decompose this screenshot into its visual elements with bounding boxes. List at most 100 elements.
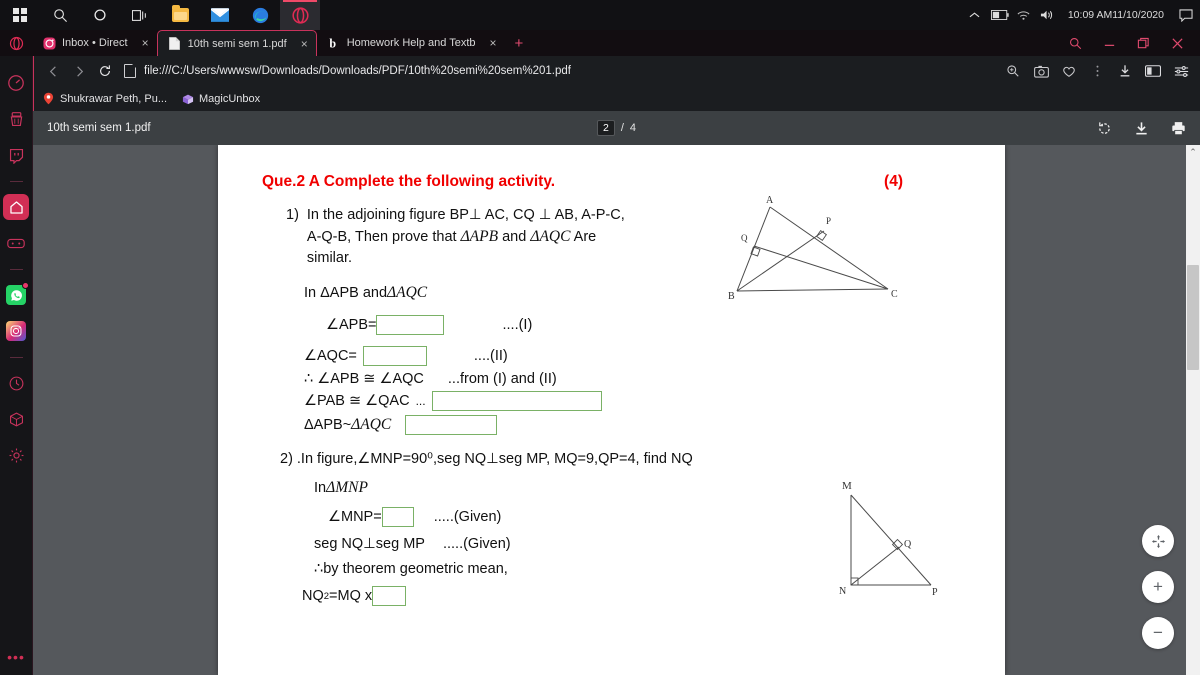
pdf-scrollbar-thumb[interactable] <box>1187 265 1199 370</box>
question-heading: Que.2 A Complete the following activity.… <box>262 173 965 191</box>
address-bar-actions <box>1000 58 1194 84</box>
sidebar-item-home[interactable] <box>3 194 29 220</box>
zoom-out-button[interactable]: − <box>1142 617 1174 649</box>
volume-icon[interactable] <box>1036 0 1060 30</box>
bookmark-shukrawar-peth[interactable]: Shukrawar Peth, Pu... <box>42 92 167 105</box>
easy-setup-icon[interactable] <box>1168 58 1194 84</box>
similarity-test-input[interactable] <box>405 415 498 436</box>
q2-in-line-text: In <box>314 480 327 497</box>
question-2-number: 2) <box>280 451 293 468</box>
q1-step5-a: ΔAPB~ <box>304 417 352 434</box>
q2-step4-b: =MQ x <box>329 588 373 605</box>
angle-mnp-input[interactable] <box>381 507 414 528</box>
file-explorer-icon[interactable] <box>160 0 200 30</box>
sidebar-divider <box>9 181 23 182</box>
edge-icon[interactable] <box>240 0 280 30</box>
q1-step5-math: ΔAQC <box>351 416 392 434</box>
task-view-icon[interactable] <box>120 0 160 30</box>
pdf-page-area[interactable]: Que.2 A Complete the following activity.… <box>33 145 1200 675</box>
sidebar-divider <box>9 269 23 270</box>
wifi-icon[interactable] <box>1012 0 1036 30</box>
q1-step-4: ∠PAB ≅ ∠QAC ... <box>304 391 965 412</box>
sidebar-item-speeddial[interactable] <box>3 70 29 96</box>
tab-pdf[interactable]: 10th semi sem 1.pdf × <box>156 30 317 56</box>
q2-step3-text: ∴by theorem geometric mean, <box>314 561 508 578</box>
back-button[interactable] <box>40 58 66 84</box>
angle-apb-input[interactable] <box>376 315 445 336</box>
screen: 10:09 AM 11/10/2020 Inbox • Direct × 10t… <box>0 0 1200 675</box>
taskbar-clock[interactable]: 10:09 AM 11/10/2020 <box>1060 0 1172 30</box>
new-tab-button[interactable]: + <box>505 30 534 56</box>
angle-aqc-input[interactable] <box>362 346 427 367</box>
opera-sidebar: ••• <box>0 56 33 675</box>
q1-triangle-apb: ΔAPB <box>460 227 499 245</box>
tab-close-icon[interactable]: × <box>482 36 497 50</box>
sidebar-more-button[interactable]: ••• <box>7 649 25 665</box>
fit-page-button[interactable] <box>1142 525 1174 557</box>
zoom-in-button[interactable]: + <box>1142 571 1174 603</box>
sidebar-item-box[interactable] <box>3 406 29 432</box>
q1-step-1: ∠APB= ....(I) <box>304 315 965 336</box>
opera-menu-icon[interactable] <box>0 30 32 56</box>
minimize-button[interactable] <box>1092 30 1126 56</box>
heart-icon[interactable] <box>1056 58 1082 84</box>
q2-step1-label: ∠MNP= <box>328 509 382 526</box>
notification-icon[interactable] <box>1172 0 1200 30</box>
tab-instagram[interactable]: Inbox • Direct × <box>32 30 157 56</box>
question-heading-text: Que.2 A Complete the following activity. <box>262 173 556 190</box>
zoom-page-icon[interactable] <box>1000 58 1026 84</box>
map-pin-icon <box>42 92 55 105</box>
mail-icon[interactable] <box>200 0 240 30</box>
battery-icon[interactable] <box>988 0 1012 30</box>
download-icon[interactable] <box>1134 121 1149 136</box>
search-tabs-icon[interactable] <box>1058 30 1092 56</box>
browser-tab-strip: Inbox • Direct × 10th semi sem 1.pdf × b… <box>0 30 1200 56</box>
pdf-scrollbar[interactable]: ⌃ <box>1186 145 1200 675</box>
q2-step2-text: seg NQ⊥seg MP <box>314 536 425 553</box>
windows-taskbar: 10:09 AM 11/10/2020 <box>0 0 1200 30</box>
tab-close-icon[interactable]: × <box>134 36 149 50</box>
forward-button[interactable] <box>66 58 92 84</box>
sidebar-item-settings[interactable] <box>3 442 29 468</box>
reload-button[interactable] <box>92 58 118 84</box>
pdf-toolbar: 10th semi sem 1.pdf 2 / 4 <box>33 111 1200 145</box>
search-icon[interactable] <box>40 0 80 30</box>
tab-homework-help[interactable]: b Homework Help and Textb × <box>317 30 505 56</box>
angle-pab-reason-input[interactable] <box>431 391 602 412</box>
tab-close-icon[interactable]: × <box>293 37 308 51</box>
menu-dots-icon[interactable] <box>1084 58 1110 84</box>
sidebar-item-history[interactable] <box>3 370 29 396</box>
q2-step2-ref: .....(Given) <box>442 536 511 553</box>
sidebar-item-gaming[interactable] <box>3 230 29 256</box>
cortana-icon[interactable] <box>80 0 120 30</box>
sidebar-item-whatsapp[interactable] <box>3 282 29 308</box>
q1-line3: similar. <box>306 249 353 266</box>
sidebar-item-instagram[interactable] <box>3 318 29 344</box>
unread-badge <box>22 282 29 289</box>
sidebar-item-cleaner[interactable] <box>3 106 29 132</box>
windows-start-icon[interactable] <box>0 0 40 30</box>
sidebar-item-twitch[interactable] <box>3 142 29 168</box>
document-content: Que.2 A Complete the following activity.… <box>218 145 1005 675</box>
pdf-current-page-input[interactable]: 2 <box>596 120 615 136</box>
q1-step3-text: ∴ ∠APB ≅ ∠AQC <box>304 371 424 388</box>
q1-line2-c: Are <box>570 228 597 245</box>
print-icon[interactable] <box>1171 121 1186 136</box>
close-button[interactable] <box>1160 30 1194 56</box>
tray-expand-chevron-icon[interactable] <box>962 0 988 30</box>
scroll-up-arrow[interactable]: ⌃ <box>1186 145 1200 159</box>
svg-text:M: M <box>842 480 852 492</box>
download-icon[interactable] <box>1112 58 1138 84</box>
opera-icon[interactable] <box>280 0 320 30</box>
sidebar-toggle-icon[interactable] <box>1140 58 1166 84</box>
bookmark-magicunbox[interactable]: MagicUnbox <box>181 92 260 105</box>
triangle-abc-altitudes-figure: A P Q B C <box>728 195 898 302</box>
snapshot-icon[interactable] <box>1028 58 1054 84</box>
q1-step4-dots: ... <box>415 394 426 409</box>
url-field[interactable]: file:///C:/Users/wwwsw/Downloads/Downloa… <box>118 64 1000 78</box>
maximize-button[interactable] <box>1126 30 1160 56</box>
question-2-text: .In figure,∠MNP=90⁰,seg NQ⊥seg MP, MQ=9,… <box>296 451 693 468</box>
qp-value-input[interactable] <box>372 586 407 607</box>
rotate-icon[interactable] <box>1097 121 1112 136</box>
pdf-page: Que.2 A Complete the following activity.… <box>218 145 1005 675</box>
